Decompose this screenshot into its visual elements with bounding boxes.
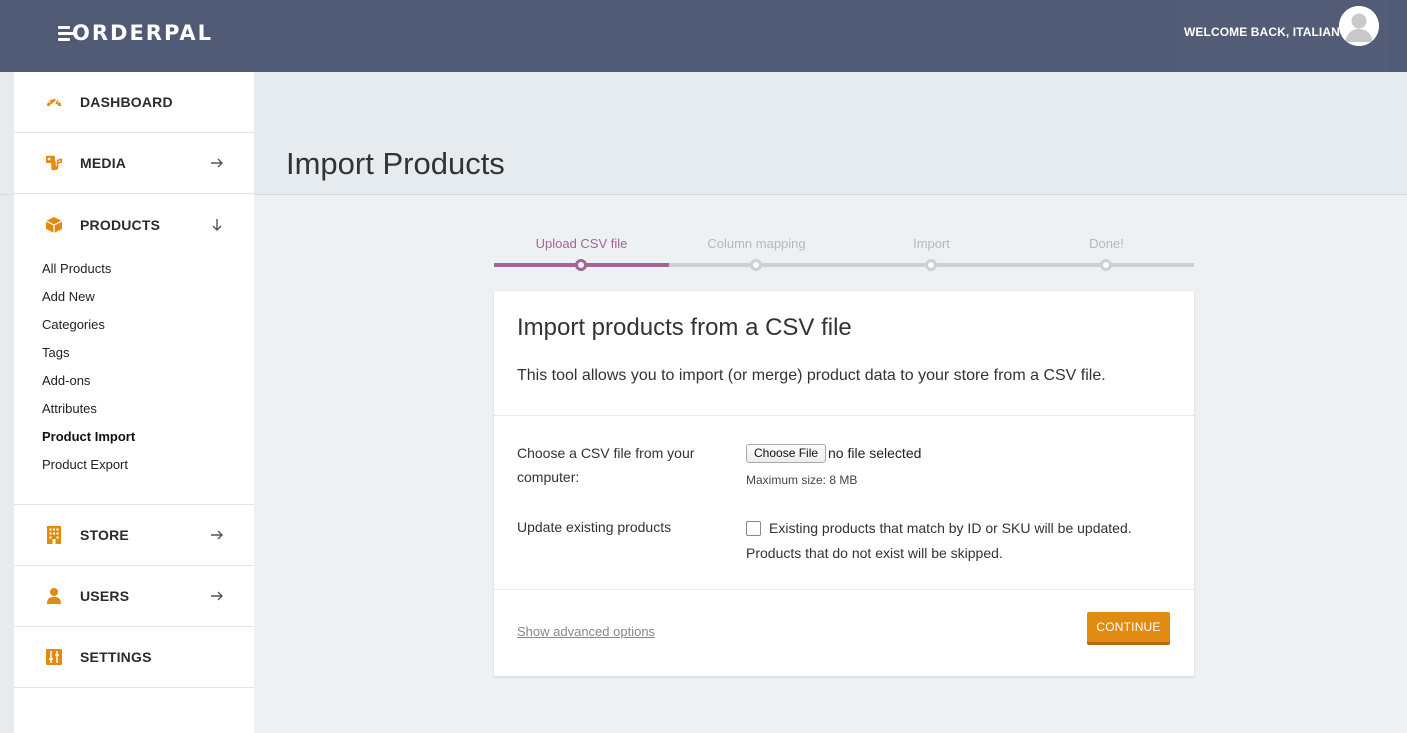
avatar[interactable] — [1339, 6, 1379, 46]
sidebar: DASHBOARD MEDIA PRODUCTS All Products Ad… — [14, 72, 254, 733]
card-title: Import products from a CSV file — [517, 314, 852, 341]
submenu-item-all-products[interactable]: All Products — [14, 255, 254, 283]
sidebar-item-settings[interactable]: SETTINGS — [14, 627, 254, 688]
box-icon — [45, 216, 63, 234]
sidebar-item-label: SETTINGS — [80, 649, 152, 665]
submenu-item-add-new[interactable]: Add New — [14, 283, 254, 311]
arrow-right-icon — [211, 530, 223, 540]
file-field-label: Choose a CSV file from your computer: — [517, 445, 695, 485]
submenu-item-categories[interactable]: Categories — [14, 311, 254, 339]
sidebar-item-label: DASHBOARD — [80, 94, 173, 110]
page-title: Import Products — [286, 146, 505, 181]
settings-icon — [45, 648, 63, 666]
submenu-item-tags[interactable]: Tags — [14, 339, 254, 367]
page-header: Import Products — [254, 72, 1407, 195]
sidebar-item-label: USERS — [80, 588, 130, 604]
update-existing-note: Products that do not exist will be skipp… — [746, 545, 1003, 561]
choose-file-button[interactable]: Choose File — [746, 444, 827, 463]
file-status: no file selected — [828, 445, 922, 461]
welcome-text: WELCOME BACK, ITALIAN — [1184, 25, 1340, 39]
show-advanced-options-link[interactable]: Show advanced options — [517, 624, 655, 639]
card-header: Import products from a CSV file This too… — [494, 291, 1194, 416]
sidebar-item-label: STORE — [80, 527, 129, 543]
step-dot — [750, 259, 762, 271]
sidebar-item-users[interactable]: USERS — [14, 566, 254, 627]
step-dot — [575, 259, 587, 271]
import-card: Import products from a CSV file This too… — [494, 291, 1194, 676]
sidebar-item-media[interactable]: MEDIA — [14, 133, 254, 194]
sidebar-item-products[interactable]: PRODUCTS — [14, 194, 254, 255]
import-steps: Upload CSV file Column mapping Import Do… — [494, 230, 1194, 271]
step-done: Done! — [1089, 236, 1124, 251]
step-upload-csv: Upload CSV file — [535, 236, 628, 251]
products-submenu: All Products Add New Categories Tags Add… — [14, 255, 254, 505]
arrow-right-icon — [211, 591, 223, 601]
sidebar-item-label: PRODUCTS — [80, 216, 161, 233]
update-existing-description: Existing products that match by ID or SK… — [769, 520, 1132, 536]
logo-text: ORDERPAL — [72, 21, 214, 45]
user-icon — [45, 587, 63, 605]
card-footer: Show advanced options CONTINUE — [494, 590, 1194, 676]
submenu-item-attributes[interactable]: Attributes — [14, 395, 254, 423]
user-menu[interactable]: WELCOME BACK, ITALIAN — [1172, 0, 1390, 72]
submenu-item-product-import[interactable]: Product Import — [14, 423, 254, 451]
card-form: Choose a CSV file from your computer: Ch… — [494, 416, 1194, 590]
media-icon — [45, 154, 63, 172]
sidebar-item-store[interactable]: STORE — [14, 505, 254, 566]
step-column-mapping: Column mapping — [707, 236, 806, 251]
submenu-item-product-export[interactable]: Product Export — [14, 451, 254, 479]
update-existing-checkbox[interactable] — [746, 521, 761, 536]
step-dot — [925, 259, 937, 271]
orderpal-logo[interactable]: ORDERPAL — [58, 20, 213, 46]
step-import: Import — [913, 236, 950, 251]
step-dot — [1100, 259, 1112, 271]
update-field-label: Update existing products — [517, 519, 672, 535]
speedometer-icon — [45, 93, 63, 111]
sidebar-item-label: MEDIA — [80, 155, 127, 171]
building-icon — [45, 526, 63, 544]
submenu-item-add-ons[interactable]: Add-ons — [14, 367, 254, 395]
card-description: This tool allows you to import (or merge… — [517, 367, 1106, 384]
arrow-right-icon — [211, 158, 223, 168]
continue-button[interactable]: CONTINUE — [1087, 612, 1170, 645]
arrow-down-icon — [212, 218, 222, 231]
top-bar: ORDERPAL WELCOME BACK, ITALIAN — [0, 0, 1407, 72]
sidebar-item-dashboard[interactable]: DASHBOARD — [14, 72, 254, 133]
max-size-note: Maximum size: 8 MB — [746, 473, 858, 487]
